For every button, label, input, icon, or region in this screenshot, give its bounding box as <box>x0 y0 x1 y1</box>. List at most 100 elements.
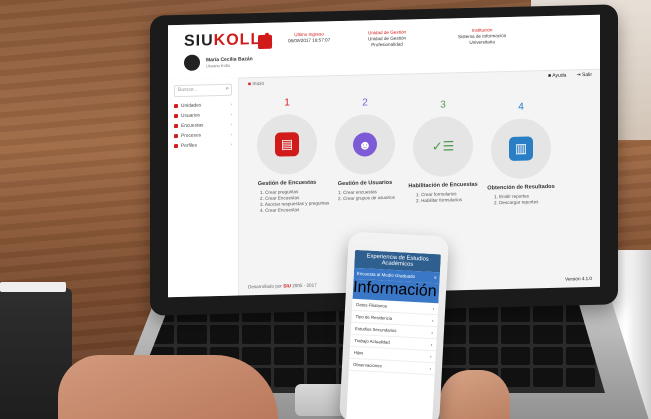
key <box>565 346 595 366</box>
exit-button[interactable]: ⇥ Salir <box>576 72 592 78</box>
chart-icon: ▥ <box>509 136 533 161</box>
user-info[interactable]: María Cecilia Bazán Usuario Kolla <box>184 53 253 71</box>
footer-prefix: Desarrollado por <box>248 283 282 290</box>
key <box>274 324 304 344</box>
footer-version: Versión 4.1.0 <box>565 275 592 282</box>
key <box>500 346 531 366</box>
chevron-right-icon: › <box>430 353 432 360</box>
chevron-right-icon: › <box>230 141 232 148</box>
search-icon[interactable]: ⌕ <box>226 86 229 93</box>
breadcrumb-home-label: Inicio <box>252 80 265 88</box>
chevron-right-icon: › <box>430 341 433 348</box>
sidebar: Buscar... ⌕ Unidades › Usuarios › Encuesta… <box>168 77 239 298</box>
key <box>209 368 240 387</box>
avatar <box>184 54 200 71</box>
search-input[interactable]: Buscar... ⌕ <box>174 83 232 98</box>
step-survey-management[interactable]: 1 ▤ Gestión de Encuestas 1. Crear pregun… <box>242 95 332 214</box>
notebook <box>0 282 72 419</box>
last-login-value: 06/09/2017 18:57:07 <box>288 37 331 44</box>
breadcrumb-home[interactable]: ■ Inicio <box>248 81 264 87</box>
key <box>500 368 531 387</box>
logo-prefix: SIU <box>184 32 214 50</box>
phone-item-label: Datos Filiatorios <box>356 301 388 309</box>
home-icon: ■ <box>248 81 252 88</box>
step-circle: ☻ <box>335 113 395 176</box>
key <box>306 346 337 366</box>
key <box>209 346 240 366</box>
chevron-right-icon: › <box>230 111 232 118</box>
phone-item-label: Trabajo Actualidad <box>354 337 390 345</box>
institution-line2: Universitaria <box>469 39 495 45</box>
footer-years: 2005 - 2017 <box>292 282 317 289</box>
help-label: Ayuda <box>552 72 567 79</box>
key <box>177 346 207 366</box>
exit-label: Salir <box>581 71 592 79</box>
key <box>209 324 240 344</box>
key <box>177 324 207 344</box>
users-icon: ☻ <box>353 132 377 157</box>
step-list: 1. Crear encuestas 2. Crear grupos de us… <box>320 188 410 202</box>
step-list: 1. Emitir reportes 2. Descargar reportes <box>476 193 566 207</box>
step-title: Habilitación de Encuestas <box>408 181 478 190</box>
search-placeholder: Buscar... <box>178 86 198 94</box>
step-number: 3 <box>440 99 446 111</box>
chevron-right-icon: › <box>429 365 432 371</box>
menu-button[interactable] <box>258 34 272 50</box>
chevron-right-icon: › <box>230 131 232 138</box>
clipboard-icon: ▤ <box>275 132 299 157</box>
step-list-item: 2. Descargar reportes <box>494 199 539 206</box>
step-list: 1. Crear formularios 2. Habilitar formul… <box>398 190 488 204</box>
sidebar-item-label: Procesos <box>181 132 201 139</box>
step-circle: ▥ <box>491 117 551 180</box>
step-circle: ✓☰ <box>413 115 473 178</box>
step-number: 2 <box>362 97 368 109</box>
step-user-management[interactable]: 2 ☻ Gestión de Usuarios 1. Crear encuest… <box>320 95 410 202</box>
key <box>306 324 337 344</box>
help-button[interactable]: ■ Ayuda <box>548 73 566 79</box>
user-role: Usuario Kolla <box>206 62 230 68</box>
chevron-right-icon: › <box>230 121 232 128</box>
list-icon: ≡ <box>433 275 437 281</box>
management-unit-line2: Profesionalidad <box>371 41 403 48</box>
step-survey-enablement[interactable]: 3 ✓☰ Habilitación de Encuestas 1. Crear … <box>398 97 488 204</box>
step-circle: ▤ <box>257 113 317 176</box>
exit-icon: ⇥ <box>576 72 581 79</box>
key <box>242 346 272 366</box>
folder-icon <box>174 104 178 109</box>
key <box>468 368 498 387</box>
scene: SIUKOLLA María Cecilia Bazán Usuario Kol… <box>0 0 651 419</box>
chevron-right-icon: › <box>230 101 232 108</box>
sidebar-item-label: Encuestas <box>181 122 204 129</box>
header-last-login: Último Ingreso 06/09/2017 18:57:07 <box>288 31 330 44</box>
key <box>242 324 272 344</box>
step-number: 4 <box>518 101 524 113</box>
step-title: Gestión de Encuestas <box>257 179 317 188</box>
key <box>533 368 563 387</box>
notebook-pages <box>0 282 66 292</box>
phone-item-label: Tipo de Residencia <box>355 313 393 321</box>
phone-item-label: Observaciones <box>352 361 382 369</box>
phone-item-label: Hijos <box>353 349 364 356</box>
key <box>145 368 175 387</box>
key <box>533 324 563 344</box>
footer-credits: Desarrollado por SIU 2005 - 2017 <box>248 283 317 290</box>
step-title: Gestión de Usuarios <box>337 179 393 188</box>
folder-icon <box>174 114 178 119</box>
sidebar-item-label: Perfiles <box>181 143 197 149</box>
folder-icon <box>174 134 178 139</box>
chevron-right-icon: › <box>432 306 435 312</box>
step-results[interactable]: 4 ▥ Obtención de Resultados 1. Emitir re… <box>476 100 566 207</box>
step-list-item: 4. Crear Encuestas <box>260 207 300 214</box>
key <box>274 346 304 366</box>
sidebar-item-profiles[interactable]: Perfiles › <box>168 140 238 152</box>
header-institution: Institución Sistema de Información Unive… <box>458 27 506 46</box>
checklist-icon: ✓☰ <box>431 138 455 154</box>
footer-brand[interactable]: SIU <box>283 283 291 288</box>
key <box>242 368 272 387</box>
phone-screen: Experiencia de Estudios Académicos Encue… <box>346 249 441 419</box>
top-actions: ■ Ayuda ⇥ Salir <box>548 72 592 79</box>
key <box>468 324 498 344</box>
key <box>468 346 498 366</box>
smartphone: Experiencia de Estudios Académicos Encue… <box>339 231 449 419</box>
phone-banner-subtitle: Información <box>352 278 438 301</box>
